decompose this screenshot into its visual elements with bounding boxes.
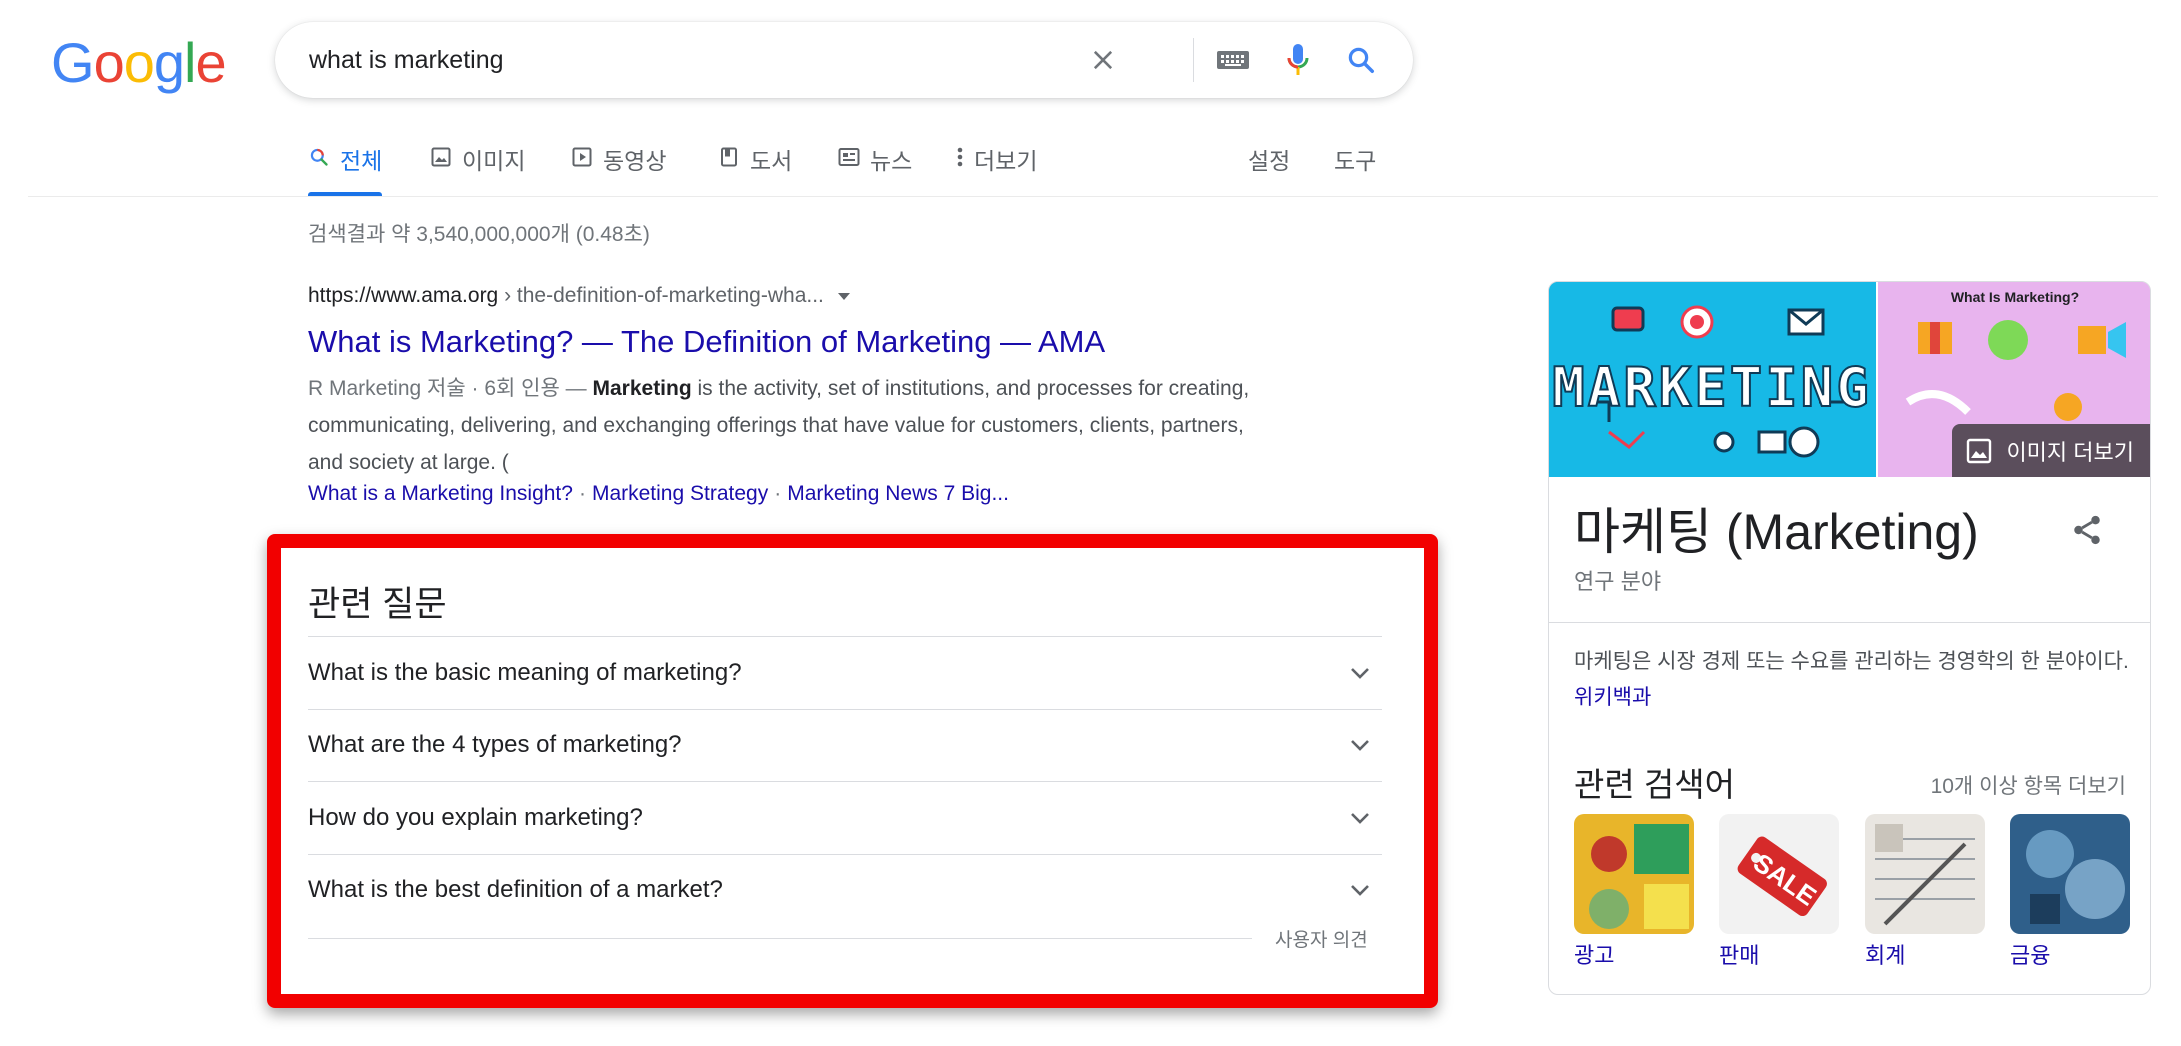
image-icon (430, 146, 452, 168)
paa-question-text: How do you explain marketing? (308, 803, 643, 831)
kp-image-marketing[interactable]: MARKETING (1549, 282, 1876, 477)
separator: · (774, 482, 782, 505)
paa-question[interactable]: What is the best definition of a market? (308, 853, 1382, 927)
search-input[interactable]: what is marketing (309, 22, 504, 98)
paa-divider (308, 938, 1252, 939)
sitelink[interactable]: Marketing News 7 Big... (787, 482, 1009, 505)
related-label: 금융 (2010, 943, 2051, 968)
feedback-link[interactable]: 사용자 의견 (1275, 925, 1368, 952)
paa-question-text: What is the basic meaning of marketing? (308, 658, 742, 686)
chevron-down-icon (1346, 876, 1374, 904)
search-box[interactable]: what is marketing (275, 22, 1413, 98)
microphone-icon[interactable] (1278, 40, 1318, 80)
related-label: 회계 (1865, 943, 1906, 968)
search-divider (1193, 38, 1194, 82)
video-icon (571, 146, 593, 168)
kp-subtitle: 연구 분야 (1574, 569, 1662, 594)
share-icon[interactable] (2065, 508, 2109, 552)
sitelink[interactable]: Marketing Strategy (592, 482, 768, 505)
paa-question-text: What is the best definition of a market? (308, 876, 723, 904)
related-thumbnail (1865, 814, 1985, 934)
result-snippet: R Marketing 저술 · 6회 인용 — Marketing is th… (308, 370, 1268, 481)
related-item-accounting[interactable]: 회계 (1865, 814, 1985, 970)
close-icon[interactable] (1083, 40, 1123, 80)
related-label: 판매 (1719, 943, 1760, 968)
result-stats: 검색결과 약 3,540,000,000개 (0.48초) (308, 223, 650, 246)
tab-more[interactable]: 더보기 (956, 142, 1037, 196)
image-icon (1967, 438, 1992, 463)
more-images-button[interactable]: 이미지 더보기 (1952, 424, 2150, 477)
news-icon (838, 146, 860, 168)
result-meta: R Marketing 저술 · 6회 인용 — (308, 377, 593, 400)
paa-list: What is the basic meaning of marketing? … (308, 636, 1382, 926)
chevron-down-icon (1346, 804, 1374, 832)
google-logo[interactable]: Google (51, 31, 227, 95)
search-icon[interactable] (1341, 40, 1381, 80)
header-divider (28, 196, 2158, 197)
result-path: › the-definition-of-marketing-wha... (498, 284, 824, 307)
chevron-down-icon (1346, 731, 1374, 759)
related-searches-title: 관련 검색어 (1574, 766, 1735, 803)
paa-question[interactable]: How do you explain marketing? (308, 781, 1382, 854)
kp-image-text: MARKETING (1552, 356, 1872, 419)
related-item-ad[interactable]: 광고 (1574, 814, 1694, 970)
wikipedia-link[interactable]: 위키백과 (1574, 686, 1651, 709)
more-vert-icon (956, 146, 964, 168)
result-title-link[interactable]: What is Marketing? — The Definition of M… (308, 324, 1105, 360)
related-item-sales[interactable]: SALE 판매 (1719, 814, 1839, 970)
kp-title: 마케팅 (Marketing) (1574, 504, 1979, 560)
sitelinks: What is a Marketing Insight? · Marketing S… (308, 482, 1009, 506)
related-more-link[interactable]: 10개 이상 항목 더보기 (1931, 770, 2126, 800)
keyboard-icon[interactable] (1213, 40, 1253, 80)
settings-link[interactable]: 설정 (1248, 142, 1290, 176)
related-thumbnail: SALE (1719, 814, 1839, 934)
separator: · (578, 482, 586, 505)
caret-down-icon[interactable] (837, 292, 850, 300)
sitelink[interactable]: What is a Marketing Insight? (308, 482, 573, 505)
snippet-bold: Marketing (592, 377, 692, 400)
book-icon (718, 146, 740, 168)
tab-images[interactable]: 이미지 (430, 142, 525, 196)
tab-books[interactable]: 도서 (718, 142, 792, 196)
search-icon (308, 146, 330, 168)
tools-link[interactable]: 도구 (1334, 142, 1376, 176)
paa-question[interactable]: What are the 4 types of marketing? (308, 708, 1382, 782)
kp-image2-text: What Is Marketing? (1951, 289, 2079, 305)
related-thumbnail (1574, 814, 1694, 934)
paa-question-text: What are the 4 types of marketing? (308, 731, 682, 759)
kp-description-text: 마케팅은 시장 경제 또는 수요를 관리하는 경영학의 한 분야이다. (1574, 650, 2129, 673)
related-label: 광고 (1574, 943, 1615, 968)
tab-all[interactable]: 전체 (308, 142, 383, 196)
result-domain: https://www.ama.org (308, 284, 499, 307)
knowledge-panel: MARKETING What Is Marketing? 이미지 더보기 마케팅… (1548, 281, 2151, 995)
chevron-down-icon (1346, 659, 1374, 687)
kp-divider (1549, 622, 2150, 623)
tab-videos[interactable]: 동영상 (571, 142, 666, 196)
related-thumbnail (2010, 814, 2130, 934)
related-item-finance[interactable]: 금융 (2010, 814, 2130, 970)
paa-title: 관련 질문 (308, 585, 447, 624)
kp-description: 마케팅은 시장 경제 또는 수요를 관리하는 경영학의 한 분야이다. 위키백과 (1574, 644, 2134, 716)
tab-news[interactable]: 뉴스 (838, 142, 912, 196)
result-url[interactable]: https://www.ama.org › the-definition-of-… (308, 284, 850, 308)
more-images-label: 이미지 더보기 (2006, 439, 2134, 465)
paa-question[interactable]: What is the basic meaning of marketing? (308, 636, 1382, 709)
